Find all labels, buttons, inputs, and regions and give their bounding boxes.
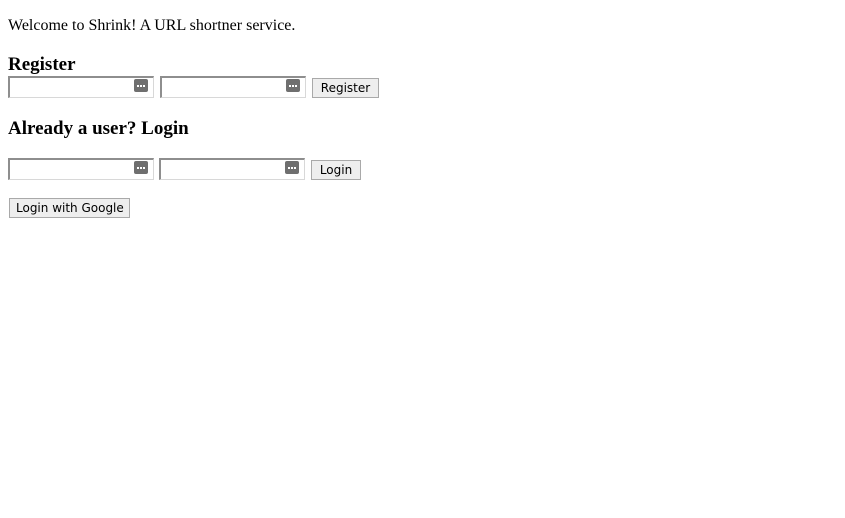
- register-username-input[interactable]: [10, 78, 136, 97]
- register-heading: Register: [8, 54, 76, 75]
- password-manager-key-icon[interactable]: [134, 161, 148, 174]
- welcome-message: Welcome to Shrink! A URL shortner servic…: [8, 17, 296, 34]
- login-password-field[interactable]: [159, 158, 305, 180]
- login-password-input[interactable]: [161, 160, 287, 179]
- password-manager-key-icon[interactable]: [286, 79, 300, 92]
- login-button[interactable]: Login: [311, 160, 361, 180]
- register-button[interactable]: Register: [312, 78, 379, 98]
- password-manager-key-icon[interactable]: [285, 161, 299, 174]
- register-password-input[interactable]: [162, 78, 288, 97]
- register-password-field[interactable]: [160, 76, 306, 98]
- login-username-input[interactable]: [10, 160, 136, 179]
- password-manager-key-icon[interactable]: [134, 79, 148, 92]
- page: Welcome to Shrink! A URL shortner servic…: [0, 0, 845, 518]
- register-username-field[interactable]: [8, 76, 154, 98]
- login-heading: Already a user? Login: [8, 118, 189, 139]
- login-with-google-button[interactable]: Login with Google: [9, 198, 130, 218]
- login-username-field[interactable]: [8, 158, 154, 180]
